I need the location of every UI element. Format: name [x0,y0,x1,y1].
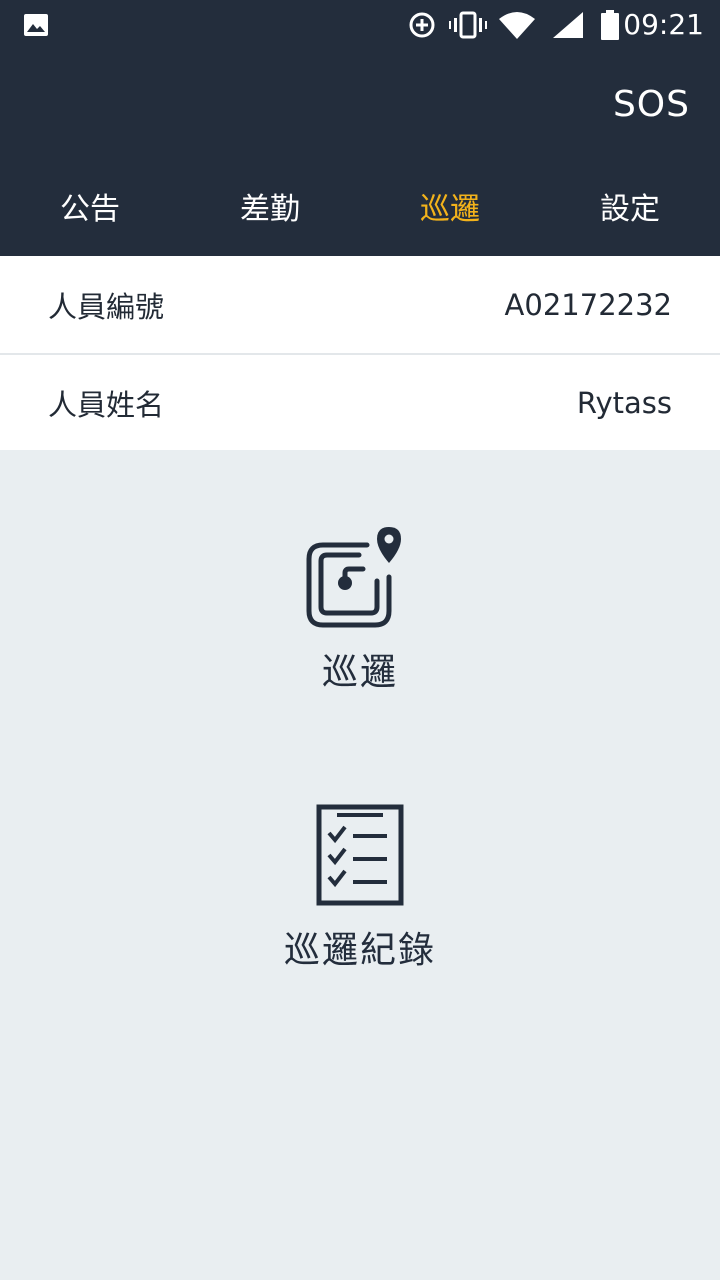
patrol-records-label: 巡邏紀錄 [283,930,436,971]
vibrate-icon [449,0,487,50]
image-icon [22,0,50,50]
staff-name-label: 人員姓名 [48,387,165,422]
signal-icon [550,0,586,50]
staff-name-value: Rytass [576,385,672,420]
patrol-records-button[interactable]: 巡邏紀錄 [0,803,720,973]
patrol-button[interactable]: 巡邏 [0,525,720,695]
staff-id-row: 人員編號 A02172232 [0,256,720,353]
staff-name-row: 人員姓名 Rytass [0,353,720,450]
status-time: 09:21 [623,8,704,41]
nfc-location-icon [306,527,401,628]
patrol-label: 巡邏 [321,652,398,693]
battery-icon [598,0,622,50]
wifi-icon [497,0,537,50]
tab-attendance[interactable]: 差勤 [180,180,360,240]
sos-button[interactable]: SOS [613,80,690,130]
staff-id-value: A02172232 [504,287,672,322]
staff-id-label: 人員編號 [48,289,165,324]
checklist-clipboard-icon [316,804,404,906]
tab-announcements[interactable]: 公告 [0,180,180,240]
data-saver-icon [406,0,438,50]
tab-settings[interactable]: 設定 [540,180,720,240]
app-header: 09:21 SOS 公告 差勤 巡邏 設定 [0,0,720,256]
tab-patrol[interactable]: 巡邏 [360,180,540,240]
staff-info: 人員編號 A02172232 人員姓名 Rytass [0,256,720,450]
status-bar: 09:21 [0,0,720,50]
tab-bar: 公告 差勤 巡邏 設定 [0,180,720,240]
